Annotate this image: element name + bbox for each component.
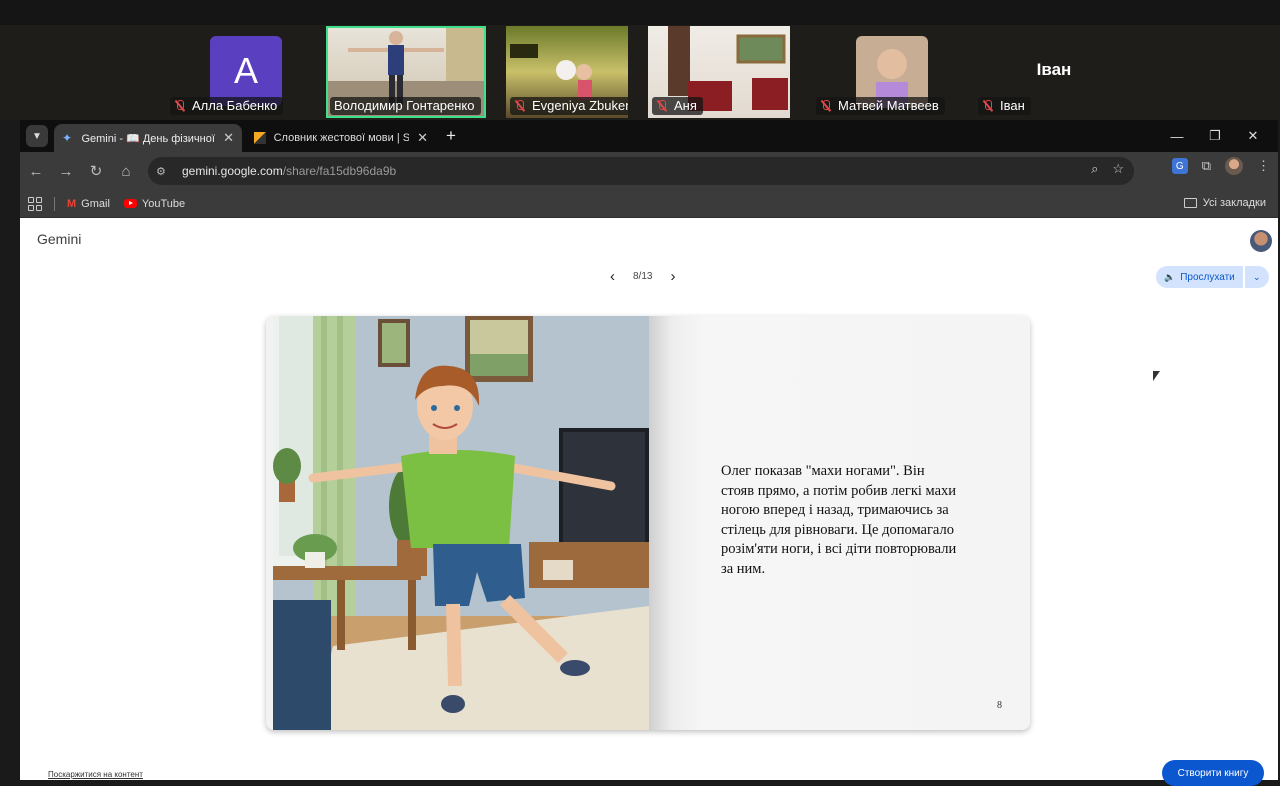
window-controls: — ❐ ✕ (1158, 120, 1272, 152)
forward-icon[interactable]: → (52, 157, 80, 185)
participant-tile-4[interactable]: Аня (648, 26, 790, 118)
listen-control: 🔈 Прослухати ⌄ (1156, 266, 1269, 288)
create-book-button[interactable]: Створити книгу (1162, 760, 1264, 786)
participant-tile-5[interactable]: Матвей Матвеев (812, 26, 972, 118)
mic-off-icon (820, 100, 832, 112)
address-row: ← → ↻ ⌂ ⚙ gemini.google.com/share/fa15db… (20, 152, 1278, 190)
participant-name: Матвей Матвеев (838, 98, 939, 113)
illustration-image (273, 316, 649, 730)
youtube-icon (123, 199, 137, 208)
participant-name: Аня (674, 98, 697, 113)
participant-name-tag: Evgeniya Zbuker (510, 97, 628, 115)
prev-page-icon[interactable]: ‹ (610, 268, 615, 285)
participant-tile-6[interactable]: Іван Іван (974, 26, 1134, 118)
tab-title: Словник жестової мови | Spreadsheet (273, 132, 410, 144)
participant-name-tag: Аня (652, 97, 703, 115)
tab-gemini[interactable]: ✦ Gemini - 📖 День фізичної культури ✕ (54, 124, 242, 152)
bookmarks-bar: M Gmail YouTube Усі закладки (20, 190, 1278, 218)
next-page-icon[interactable]: › (670, 268, 675, 285)
close-tab-icon[interactable]: ✕ (417, 130, 428, 146)
apps-grid-icon[interactable] (28, 196, 42, 211)
tab-search-button[interactable]: ▼ (26, 125, 48, 147)
all-bookmarks-label: Усі закладки (1202, 197, 1266, 209)
maximize-icon[interactable]: ❐ (1196, 120, 1234, 152)
gmail-icon: M (67, 197, 77, 210)
listen-options-chevron-icon[interactable]: ⌄ (1244, 266, 1269, 288)
participant-name: Володимир Гонтаренко (334, 98, 475, 113)
tab-spreadsheet[interactable]: Словник жестової мови | Spreadsheet ✕ (246, 124, 436, 152)
close-window-icon[interactable]: ✕ (1234, 120, 1272, 152)
tab-title: Gemini - 📖 День фізичної культури (81, 132, 215, 145)
page-pager: ‹ 8/13 › (610, 268, 675, 285)
listen-button[interactable]: 🔈 Прослухати (1156, 266, 1243, 288)
minimize-icon[interactable]: — (1158, 120, 1196, 152)
bookmark-gmail[interactable]: M Gmail (67, 198, 110, 210)
toolbar-right: G ⧉ ⋮ (1171, 157, 1270, 175)
bookmarks-divider (54, 196, 55, 211)
folder-icon (1183, 198, 1197, 208)
mic-off-icon (656, 100, 668, 112)
reload-icon[interactable]: ↻ (82, 157, 110, 185)
participant-name-tag: Іван (978, 97, 1031, 115)
listen-label: Прослухати (1180, 271, 1235, 283)
address-bar[interactable]: ⚙ gemini.google.com/share/fa15db96da9b ⌕… (148, 157, 1134, 185)
mic-off-icon (174, 100, 186, 112)
bookmark-youtube[interactable]: YouTube (123, 197, 186, 210)
extensions-icon[interactable]: ⧉ (1202, 158, 1211, 174)
site-info-icon[interactable]: ⚙ (156, 165, 174, 178)
gemini-brand[interactable]: Gemini (37, 231, 81, 247)
page-footer: Поскаржитися на контент Створити книгу (20, 758, 1278, 786)
all-bookmarks[interactable]: Усі закладки (1183, 197, 1266, 209)
story-text: Олег показав "махи ногами". Він стояв пр… (721, 463, 957, 577)
url-path: /share/fa15db96da9b (282, 164, 397, 178)
page-number: 8 (997, 700, 1002, 711)
mic-off-icon (514, 100, 526, 112)
participant-big-label: Іван (1036, 60, 1072, 79)
mouse-cursor-icon (1153, 371, 1160, 381)
spreadsheet-icon (254, 132, 266, 144)
report-content-link[interactable]: Поскаржитися на контент (48, 770, 143, 779)
participant-name-tag: Володимир Гонтаренко (330, 97, 481, 115)
participant-name-tag: Матвей Матвеев (816, 97, 945, 115)
bookmark-star-icon[interactable]: ☆ (1112, 161, 1124, 177)
gemini-sparkle-icon: ✦ (62, 131, 73, 145)
home-icon[interactable]: ⌂ (112, 157, 140, 185)
back-icon[interactable]: ← (22, 157, 50, 185)
chevron-down-icon: ▼ (32, 130, 42, 142)
participant-tile-2[interactable]: Володимир Гонтаренко (326, 26, 486, 118)
page-counter: 8/13 (633, 271, 653, 282)
participant-avatar: A (210, 36, 282, 106)
profile-avatar-icon[interactable] (1225, 157, 1243, 175)
tab-bar: ▼ ✦ Gemini - 📖 День фізичної культури ✕ … (20, 120, 1278, 152)
zoom-search-icon[interactable]: ⌕ (1091, 161, 1098, 177)
new-tab-icon[interactable]: + (446, 126, 456, 146)
video-conference-strip: A Алла Бабенко Володимир Гонтаренко Evge… (0, 0, 1280, 120)
participant-tile-3[interactable]: Evgeniya Zbuker (506, 26, 628, 118)
gemini-page: Gemini ‹ 8/13 › 🔈 Прослухати ⌄ Олег пока… (20, 218, 1278, 786)
participant-name: Алла Бабенко (192, 98, 278, 113)
more-menu-icon[interactable]: ⋮ (1257, 158, 1270, 174)
bookmark-label: YouTube (141, 197, 186, 210)
participant-tile-1[interactable]: A Алла Бабенко (166, 26, 326, 118)
speaker-icon: 🔈 (1164, 271, 1176, 282)
close-tab-icon[interactable]: ✕ (223, 130, 234, 146)
participant-name: Evgeniya Zbuker (532, 98, 628, 113)
bookmark-label: Gmail (81, 197, 110, 210)
omnibox-actions: ⌕ ☆ (1091, 161, 1124, 177)
story-illustration (273, 316, 649, 730)
storybook-spread: Олег показав "махи ногами". Він стояв пр… (266, 316, 1030, 730)
url-host: gemini.google.com (182, 164, 283, 178)
participant-name: Іван (1000, 98, 1025, 113)
story-text-page: Олег показав "махи ногами". Він стояв пр… (649, 316, 1030, 730)
mic-off-icon (982, 100, 994, 112)
translate-icon[interactable]: G (1171, 158, 1188, 174)
account-avatar[interactable] (1250, 230, 1272, 252)
participant-name-tag: Алла Бабенко (170, 97, 284, 115)
browser-window: ▼ ✦ Gemini - 📖 День фізичної культури ✕ … (20, 120, 1278, 786)
